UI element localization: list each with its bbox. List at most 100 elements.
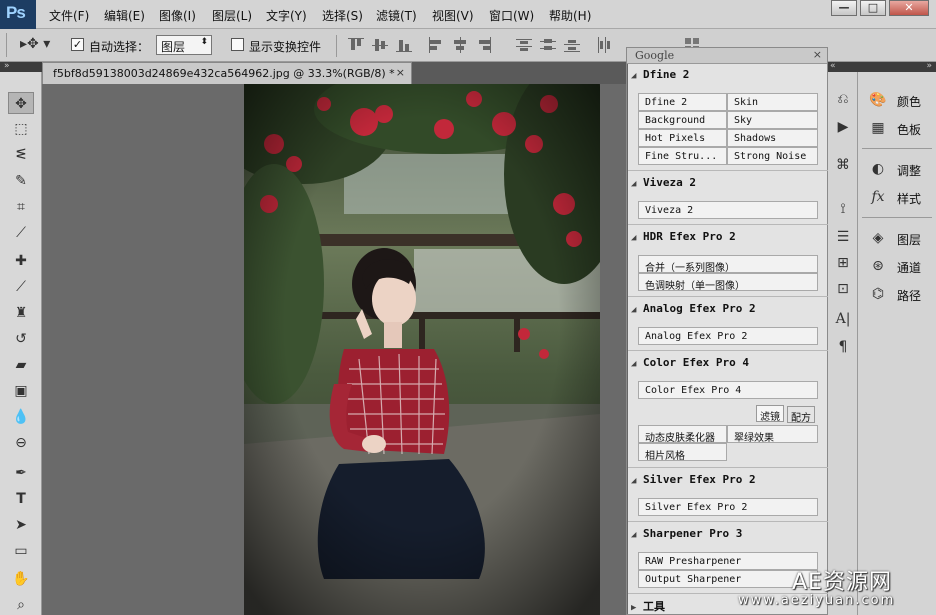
dfine-strong-noise-button[interactable]: Strong Noise bbox=[727, 147, 818, 165]
auto-select-checkbox[interactable]: ✓ bbox=[71, 38, 84, 51]
dfine-shadows-button[interactable]: Shadows bbox=[727, 129, 818, 147]
path-select-tool-icon[interactable]: ➤ bbox=[8, 514, 34, 536]
hand-tool-icon[interactable]: ✋ bbox=[8, 568, 34, 590]
preset-dynamic-skin-softener[interactable]: 动态皮肤柔化器 bbox=[638, 425, 727, 443]
section-sharpener-pro[interactable]: ◢ Sharpener Pro 3 bbox=[631, 527, 742, 540]
auto-select-dropdown[interactable]: 图层 ⬍ bbox=[156, 35, 212, 55]
brush-tool-icon[interactable]: ⟋ bbox=[8, 276, 34, 298]
tool-presets-icon[interactable]: ⊡ bbox=[831, 278, 855, 300]
menu-image[interactable]: 图像(I) bbox=[159, 7, 196, 24]
close-panel-icon[interactable]: × bbox=[813, 48, 822, 61]
lasso-tool-icon[interactable]: ᓬ bbox=[8, 144, 34, 166]
output-sharpener-button[interactable]: Output Sharpener bbox=[638, 570, 818, 588]
tab-filters[interactable]: 滤镜 bbox=[756, 405, 784, 423]
brush-presets-icon[interactable]: ⟟ bbox=[831, 198, 855, 220]
character-icon[interactable]: A| bbox=[831, 308, 855, 330]
document-tab[interactable]: f5bf8d59138003d24869e432ca564962.jpg @ 3… bbox=[42, 62, 412, 84]
section-viveza[interactable]: ◢ Viveza 2 bbox=[631, 176, 696, 189]
info-icon[interactable]: ⌘ bbox=[831, 154, 855, 176]
section-color-efex[interactable]: ◢ Color Efex Pro 4 bbox=[631, 356, 749, 369]
align-left-icon[interactable] bbox=[428, 37, 444, 53]
minimize-button[interactable]: — bbox=[831, 0, 857, 16]
show-transform-checkbox[interactable] bbox=[231, 38, 244, 51]
panel-swatches[interactable]: ▦ 色板 bbox=[858, 116, 936, 140]
menu-select[interactable]: 选择(S) bbox=[322, 7, 363, 24]
hdr-tone-map-button[interactable]: 色调映射（单一图像） bbox=[638, 273, 818, 291]
align-right-icon[interactable] bbox=[476, 37, 492, 53]
section-dfine[interactable]: ◢ Dfine 2 bbox=[631, 68, 689, 81]
paragraph-icon[interactable]: ¶ bbox=[831, 336, 855, 358]
preset-photo-stylizer[interactable]: 相片风格 bbox=[638, 443, 727, 461]
section-silver-efex[interactable]: ◢ Silver Efex Pro 2 bbox=[631, 473, 756, 486]
collapse-arrows-icon[interactable]: » bbox=[926, 61, 932, 71]
menu-file[interactable]: 文件(F) bbox=[49, 7, 89, 24]
distribute-bottom-icon[interactable] bbox=[564, 37, 580, 53]
distribute-top-icon[interactable] bbox=[516, 37, 532, 53]
dfine-fine-structures-button[interactable]: Fine Stru... bbox=[638, 147, 727, 165]
quick-select-tool-icon[interactable]: ✎ bbox=[8, 170, 34, 192]
close-window-button[interactable]: ✕ bbox=[889, 0, 929, 16]
maximize-button[interactable]: □ bbox=[860, 0, 886, 16]
zoom-tool-icon[interactable]: ⌕ bbox=[8, 594, 34, 615]
actions-play-icon[interactable]: ▶ bbox=[831, 116, 855, 138]
pen-tool-icon[interactable]: ✒ bbox=[8, 462, 34, 484]
blur-tool-icon[interactable]: 💧 bbox=[8, 406, 34, 428]
marquee-tool-icon[interactable]: ⬚ bbox=[8, 118, 34, 140]
menu-type[interactable]: 文字(Y) bbox=[266, 7, 307, 24]
distribute-vcenter-icon[interactable] bbox=[540, 37, 556, 53]
align-top-icon[interactable] bbox=[348, 37, 364, 53]
align-hcenter-icon[interactable] bbox=[452, 37, 468, 53]
google-panel-header[interactable]: Google × bbox=[627, 48, 827, 64]
tab-recipes[interactable]: 配方 bbox=[787, 406, 815, 424]
viveza2-button[interactable]: Viveza 2 bbox=[638, 201, 818, 219]
hdr-merge-button[interactable]: 合并（一系列图像） bbox=[638, 255, 818, 273]
move-tool-preset-icon[interactable]: ▸✥ ▾ bbox=[20, 36, 50, 52]
raw-presharpener-button[interactable]: RAW Presharpener bbox=[638, 552, 818, 570]
history-icon[interactable]: ⎌ bbox=[831, 88, 855, 110]
dfine-hot-pixels-button[interactable]: Hot Pixels bbox=[638, 129, 727, 147]
menu-filter[interactable]: 滤镜(T) bbox=[376, 7, 417, 24]
section-tools[interactable]: ▶ 工具 bbox=[631, 598, 665, 614]
move-tool-icon[interactable]: ✥ bbox=[8, 92, 34, 114]
eyedropper-tool-icon[interactable]: ⟋ bbox=[8, 222, 34, 244]
dodge-tool-icon[interactable]: ⊖ bbox=[8, 432, 34, 454]
history-brush-tool-icon[interactable]: ↺ bbox=[8, 328, 34, 350]
dfine-background-button[interactable]: Background bbox=[638, 111, 727, 129]
section-hdr-efex[interactable]: ◢ HDR Efex Pro 2 bbox=[631, 230, 736, 243]
panel-layers[interactable]: ◈ 图层 bbox=[858, 226, 936, 250]
dfine-skin-button[interactable]: Skin bbox=[727, 93, 818, 111]
menu-window[interactable]: 窗口(W) bbox=[489, 7, 534, 24]
silver-efex-button[interactable]: Silver Efex Pro 2 bbox=[638, 498, 818, 516]
menu-layer[interactable]: 图层(L) bbox=[212, 7, 252, 24]
dfine-sky-button[interactable]: Sky bbox=[727, 111, 818, 129]
document-photo[interactable] bbox=[244, 84, 600, 615]
crop-tool-icon[interactable]: ⌗ bbox=[8, 196, 34, 218]
type-tool-icon[interactable]: T bbox=[8, 488, 34, 510]
color-efex-button[interactable]: Color Efex Pro 4 bbox=[638, 381, 818, 399]
align-bottom-icon[interactable] bbox=[396, 37, 412, 53]
healing-tool-icon[interactable]: ✚ bbox=[8, 250, 34, 272]
panel-styles[interactable]: fx 样式 bbox=[858, 185, 936, 209]
menu-edit[interactable]: 编辑(E) bbox=[104, 7, 145, 24]
shape-tool-icon[interactable]: ▭ bbox=[8, 540, 34, 562]
panel-paths[interactable]: ⌬ 路径 bbox=[858, 282, 936, 306]
eraser-tool-icon[interactable]: ▰ bbox=[8, 354, 34, 376]
close-document-icon[interactable]: × bbox=[396, 66, 405, 79]
clone-source-icon[interactable]: ⊞ bbox=[831, 252, 855, 274]
menu-view[interactable]: 视图(V) bbox=[432, 7, 474, 24]
section-analog-efex[interactable]: ◢ Analog Efex Pro 2 bbox=[631, 302, 756, 315]
analog-efex-button[interactable]: Analog Efex Pro 2 bbox=[638, 327, 818, 345]
align-vcenter-icon[interactable] bbox=[372, 37, 388, 53]
preset-foliage[interactable]: 翠绿效果 bbox=[727, 425, 818, 443]
gradient-tool-icon[interactable]: ▣ bbox=[8, 380, 34, 402]
panel-adjustments[interactable]: ◐ 调整 bbox=[858, 157, 936, 181]
panel-channels[interactable]: ⊛ 通道 bbox=[858, 254, 936, 278]
panel-color[interactable]: 🎨 颜色 bbox=[858, 88, 936, 112]
distribute-left-icon[interactable] bbox=[596, 37, 612, 53]
expand-arrows-icon[interactable]: « bbox=[830, 61, 836, 71]
collapse-arrows-icon[interactable]: » bbox=[4, 61, 10, 71]
stamp-tool-icon[interactable]: ♜ bbox=[8, 302, 34, 324]
brush-panel-icon[interactable]: ☰ bbox=[831, 226, 855, 248]
dfine2-button[interactable]: Dfine 2 bbox=[638, 93, 727, 111]
menu-help[interactable]: 帮助(H) bbox=[549, 7, 591, 24]
